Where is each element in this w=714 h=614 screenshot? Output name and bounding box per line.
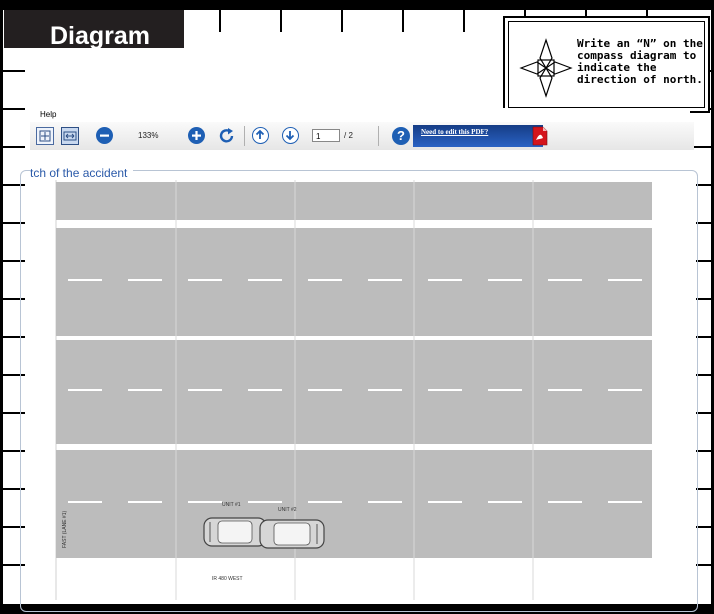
adobe-pdf-icon[interactable] — [532, 126, 548, 146]
vehicle-unit-2[interactable] — [259, 519, 325, 549]
worksheet-top-border — [0, 0, 714, 10]
previous-page-button[interactable] — [252, 127, 269, 144]
sketch-section-label: tch of the accident — [30, 166, 134, 180]
unit-1-label: UNIT #1 — [222, 502, 241, 508]
zoom-in-button[interactable] — [188, 127, 205, 144]
toolbar-separator — [378, 126, 379, 146]
page-total: / 2 — [344, 131, 353, 140]
road-lane-1 — [56, 228, 652, 336]
grid-tick — [3, 108, 25, 110]
unit-2-roof — [273, 522, 311, 546]
arrow-up-circle-icon — [255, 129, 265, 139]
arrow-down-circle-icon — [285, 131, 295, 141]
edit-pdf-banner[interactable]: Need to edit this PDF? — [413, 125, 543, 147]
unit-1-roof — [217, 520, 253, 544]
zoom-out-button[interactable] — [96, 127, 113, 144]
fit-width-button[interactable] — [61, 127, 79, 145]
plus-circle-icon — [192, 131, 201, 140]
compass-rose-icon — [519, 38, 573, 98]
fit-width-icon — [63, 131, 77, 141]
page-title: Diagram — [50, 22, 151, 50]
fit-page-button[interactable] — [36, 127, 54, 145]
grid-tick — [219, 10, 221, 32]
vehicle-unit-1[interactable] — [203, 517, 267, 547]
compass-instruction-box: Write an “N” on the compass diagram to i… — [503, 16, 710, 113]
document-content: tch of the accident UNIT #1 UNIT #2 FAST… — [20, 150, 698, 612]
diagram-title-bar: Diagram — [4, 10, 184, 50]
grid-tick — [463, 10, 465, 32]
help-icon: ? — [397, 128, 405, 143]
help-button[interactable]: ? — [392, 127, 410, 145]
accident-sketch: UNIT #1 UNIT #2 FAST (LANE #1) IR 480 WE… — [38, 180, 652, 600]
grid-tick — [341, 10, 343, 32]
road-shoulder-top — [56, 182, 652, 220]
grid-tick — [402, 10, 404, 32]
fit-page-icon — [39, 130, 51, 142]
road-lane-2 — [56, 340, 652, 444]
page-number-input[interactable]: 1 — [312, 129, 340, 142]
road-lane-3 — [56, 450, 652, 558]
road-name-label: IR 480 WEST — [212, 576, 243, 582]
rotate-button[interactable] — [217, 126, 237, 146]
grid-tick — [280, 10, 282, 32]
viewer-menu-bar: Help — [30, 108, 690, 122]
grid-tick — [3, 70, 25, 72]
viewer-toolbar: 133% 1 / 2 ? Need to edit this PDF? — [30, 122, 694, 151]
toolbar-separator — [244, 126, 245, 146]
unit-2-label: UNIT #2 — [278, 507, 297, 513]
edit-pdf-link[interactable]: Need to edit this PDF? — [421, 128, 488, 136]
next-page-button[interactable] — [282, 127, 299, 144]
rotate-clockwise-icon — [219, 128, 234, 143]
compass-instruction-text: Write an “N” on the compass diagram to i… — [577, 37, 703, 86]
lane-label: FAST (LANE #1) — [62, 511, 68, 548]
zoom-level[interactable]: 133% — [138, 131, 158, 140]
minus-circle-icon — [100, 134, 109, 137]
worksheet-left-border — [0, 0, 3, 614]
grid-tick — [3, 146, 25, 148]
menu-help[interactable]: Help — [40, 110, 56, 119]
